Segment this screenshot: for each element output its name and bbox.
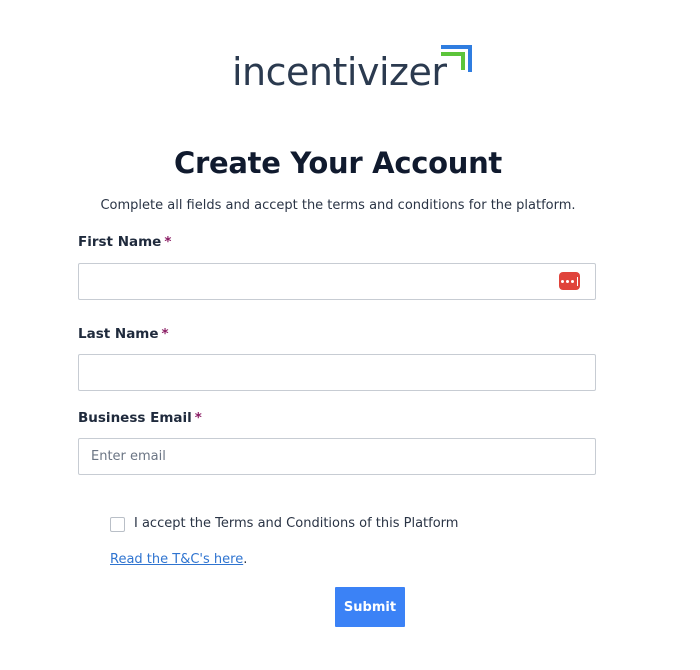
terms-link-period: . (243, 552, 248, 567)
logo-arrow-icon (441, 45, 472, 72)
business-email-label: Business Email * (78, 410, 202, 426)
first-name-label-text: First Name (78, 234, 162, 250)
logo-wordmark: incentivizer (232, 50, 447, 94)
first-name-label: First Name * (78, 234, 171, 250)
terms-checkbox[interactable] (110, 517, 125, 532)
page-title: Create Your Account (174, 146, 502, 180)
required-mark: * (194, 410, 202, 426)
last-name-input[interactable] (78, 354, 596, 391)
submit-button[interactable]: Submit (335, 587, 405, 627)
first-name-input[interactable] (78, 263, 596, 300)
business-email-label-text: Business Email (78, 410, 192, 426)
last-name-label-text: Last Name (78, 326, 159, 342)
terms-link-line: Read the T&C's here. (110, 552, 247, 567)
page-subtitle: Complete all fields and accept the terms… (100, 198, 576, 213)
password-manager-icon[interactable] (559, 272, 580, 290)
required-mark: * (164, 234, 172, 250)
terms-link[interactable]: Read the T&C's here (110, 552, 243, 567)
brand-logo: incentivizer (232, 44, 472, 92)
required-mark: * (161, 326, 169, 342)
last-name-label: Last Name * (78, 326, 169, 342)
terms-checkbox-label: I accept the Terms and Conditions of thi… (134, 516, 459, 531)
business-email-input[interactable] (78, 438, 596, 475)
